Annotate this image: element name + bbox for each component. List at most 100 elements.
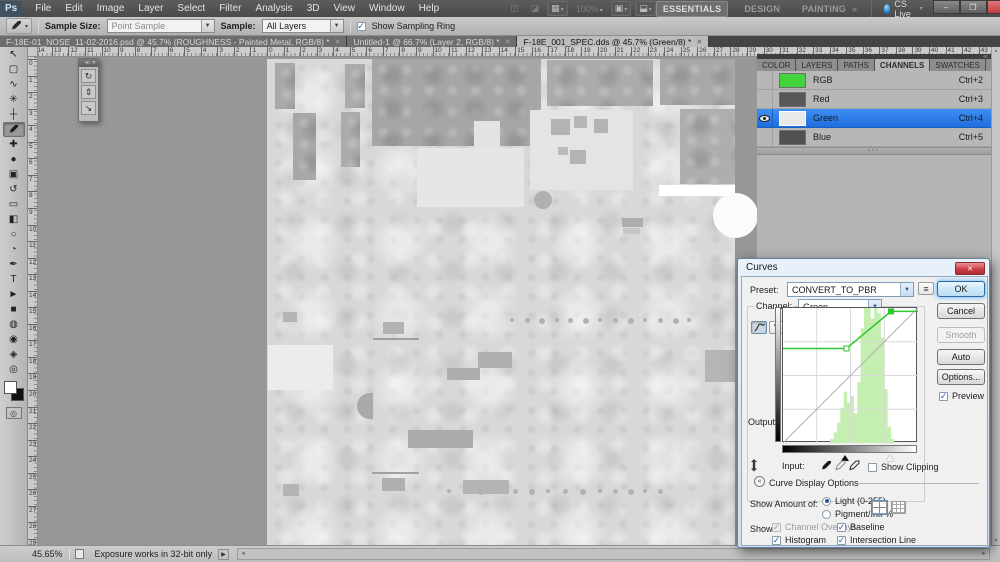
view-extras-icon[interactable]: ▦▾: [547, 1, 568, 16]
menu-help[interactable]: Help: [412, 3, 447, 14]
marquee-tool[interactable]: ▢: [3, 62, 25, 77]
curve-grid[interactable]: [782, 307, 919, 444]
restore-button[interactable]: ❐: [959, 0, 987, 14]
crop-tool[interactable]: ┼: [3, 107, 25, 122]
visibility-toggle[interactable]: [757, 90, 773, 108]
show-checkbox-intersection-line[interactable]: ✓: [837, 535, 846, 545]
pen-tool[interactable]: ✒: [3, 257, 25, 272]
tab-close-icon[interactable]: ✕: [505, 38, 511, 46]
quick-mask-icon[interactable]: ◎: [5, 407, 22, 419]
minimize-button[interactable]: –: [932, 0, 960, 14]
cs-live[interactable]: CS Live ▾: [871, 0, 923, 19]
show-clipping-checkbox[interactable]: ✓: [868, 462, 877, 472]
quick-selection-tool[interactable]: ✳: [3, 92, 25, 107]
zoom-tool[interactable]: ◎: [3, 362, 25, 377]
cancel-button[interactable]: Cancel: [937, 303, 985, 319]
lasso-tool[interactable]: ∿: [3, 77, 25, 92]
float-tool-3[interactable]: ↘: [81, 101, 96, 115]
mini-bridge-icon[interactable]: ◪: [527, 1, 544, 16]
workspace-painting[interactable]: PAINTING: [796, 2, 852, 16]
visibility-toggle[interactable]: [757, 109, 773, 127]
scroll-down-icon[interactable]: ▼: [994, 538, 999, 544]
auto-button[interactable]: Auto: [937, 349, 985, 365]
vertical-scrollbar[interactable]: ▲ ▼: [991, 47, 1000, 545]
menu-view[interactable]: View: [326, 3, 362, 14]
channel-row-rgb[interactable]: RGB Ctrl+2: [757, 71, 991, 90]
panel-tab-swatches[interactable]: SWATCHES: [930, 59, 986, 71]
smooth-button[interactable]: Smooth: [937, 327, 985, 343]
visibility-toggle[interactable]: [757, 128, 773, 146]
panel-resize-grip[interactable]: •••: [757, 148, 991, 155]
sample-size-dropdown[interactable]: Point Sample ▼: [106, 19, 215, 33]
preview-checkbox[interactable]: ✓: [939, 391, 948, 401]
vertical-ruler[interactable]: 0 1 2 3 4 5 6 7 8 9 10 11 12 13 14 15 16 17 18 19 20 21 22 23 24…: [28, 57, 38, 545]
menu-window[interactable]: Window: [362, 3, 412, 14]
floating-panel-header[interactable]: ≪ ✕: [79, 59, 98, 67]
menu-layer[interactable]: Layer: [131, 3, 170, 14]
menu-analysis[interactable]: Analysis: [248, 3, 299, 14]
scroll-left-icon[interactable]: ◄: [240, 551, 246, 557]
bridge-icon[interactable]: ◫: [506, 1, 523, 16]
panel-tab-paths[interactable]: PATHS: [838, 59, 875, 71]
display-options-expander-icon[interactable]: «: [754, 476, 765, 487]
show-checkbox-baseline[interactable]: ✓: [837, 522, 846, 532]
menu-filter[interactable]: Filter: [212, 3, 248, 14]
type-tool[interactable]: T: [3, 272, 25, 287]
document-tab-3[interactable]: F-18E_001_SPEC.dds @ 45.7% (Green/8) * ✕: [517, 36, 710, 47]
gradient-tool[interactable]: ◧: [3, 212, 25, 227]
scroll-up-icon[interactable]: ▲: [994, 48, 999, 54]
zoom-level-display[interactable]: 100%▾: [572, 2, 607, 16]
white-eyedropper-icon[interactable]: [848, 460, 860, 475]
panel-tab-channels[interactable]: CHANNELS: [874, 59, 931, 71]
path-selection-tool[interactable]: ►: [3, 287, 25, 302]
arrange-documents-icon[interactable]: ▣▾: [610, 1, 632, 16]
detailed-grid-icon[interactable]: [891, 501, 906, 514]
tab-close-icon[interactable]: ✕: [335, 38, 341, 46]
collapse-icon[interactable]: ≪: [85, 60, 90, 66]
amount-radio-pigment[interactable]: [822, 509, 831, 519]
horizontal-scrollbar[interactable]: ◄ ►: [237, 548, 990, 560]
amount-radio-light[interactable]: [822, 496, 831, 506]
menu-image[interactable]: Image: [90, 3, 132, 14]
scroll-right-icon[interactable]: ►: [981, 551, 987, 557]
eyedropper-tool-icon[interactable]: ▾: [6, 18, 33, 34]
simple-grid-icon[interactable]: [871, 500, 888, 515]
workspace-design[interactable]: DESIGN: [738, 2, 786, 16]
3d-object-rotate-tool[interactable]: ◍: [3, 317, 25, 332]
foreground-color-swatch[interactable]: [3, 381, 17, 394]
channel-row-red[interactable]: Red Ctrl+3: [757, 90, 991, 109]
float-tool-1[interactable]: ↻: [81, 69, 96, 83]
curve-mode-icon[interactable]: [751, 321, 767, 334]
status-flyout-icon[interactable]: ▶: [218, 548, 230, 560]
curve-point-handle[interactable]: [843, 345, 850, 352]
menu-3d[interactable]: 3D: [300, 3, 327, 14]
menu-file[interactable]: File: [28, 3, 58, 14]
healing-brush-tool[interactable]: ✚: [3, 137, 25, 152]
targeted-adjustment-icon[interactable]: [748, 459, 760, 475]
panel-tab-layers[interactable]: LAYERS: [796, 59, 839, 71]
menu-edit[interactable]: Edit: [58, 3, 89, 14]
preset-dropdown[interactable]: CONVERT_TO_PBR ▼: [787, 282, 914, 297]
curve-point-handle[interactable]: [888, 308, 894, 315]
workspace-essentials[interactable]: ESSENTIALS: [655, 0, 729, 17]
eyedropper-tool[interactable]: [2, 122, 25, 137]
options-button[interactable]: Options...: [937, 369, 985, 385]
ok-button[interactable]: OK: [937, 281, 985, 297]
menu-select[interactable]: Select: [170, 3, 212, 14]
clone-stamp-tool[interactable]: ▣: [3, 167, 25, 182]
brush-tool[interactable]: ●: [3, 152, 25, 167]
gray-eyedropper-icon[interactable]: [834, 460, 846, 475]
channel-row-green[interactable]: Green Ctrl+4: [757, 109, 991, 128]
document-tab-2[interactable]: Untitled-1 @ 66.7% (Layer 2, RGB/8) * ✕: [347, 36, 518, 47]
dodge-tool[interactable]: ◔: [3, 242, 25, 257]
screen-mode-icon[interactable]: ⬓▾: [635, 1, 656, 16]
white-point-slider[interactable]: [886, 455, 894, 461]
show-sampling-ring-checkbox[interactable]: ✓: [356, 21, 366, 31]
close-button[interactable]: ✕: [986, 0, 1000, 14]
panel-tab-color[interactable]: COLOR: [757, 59, 797, 71]
zoom-percentage[interactable]: 45.65%: [0, 549, 69, 559]
hand-tool[interactable]: ◈: [3, 347, 25, 362]
tab-close-icon[interactable]: ✕: [696, 38, 702, 46]
float-tool-2[interactable]: ⇕: [81, 85, 96, 99]
document-canvas[interactable]: [267, 59, 758, 545]
